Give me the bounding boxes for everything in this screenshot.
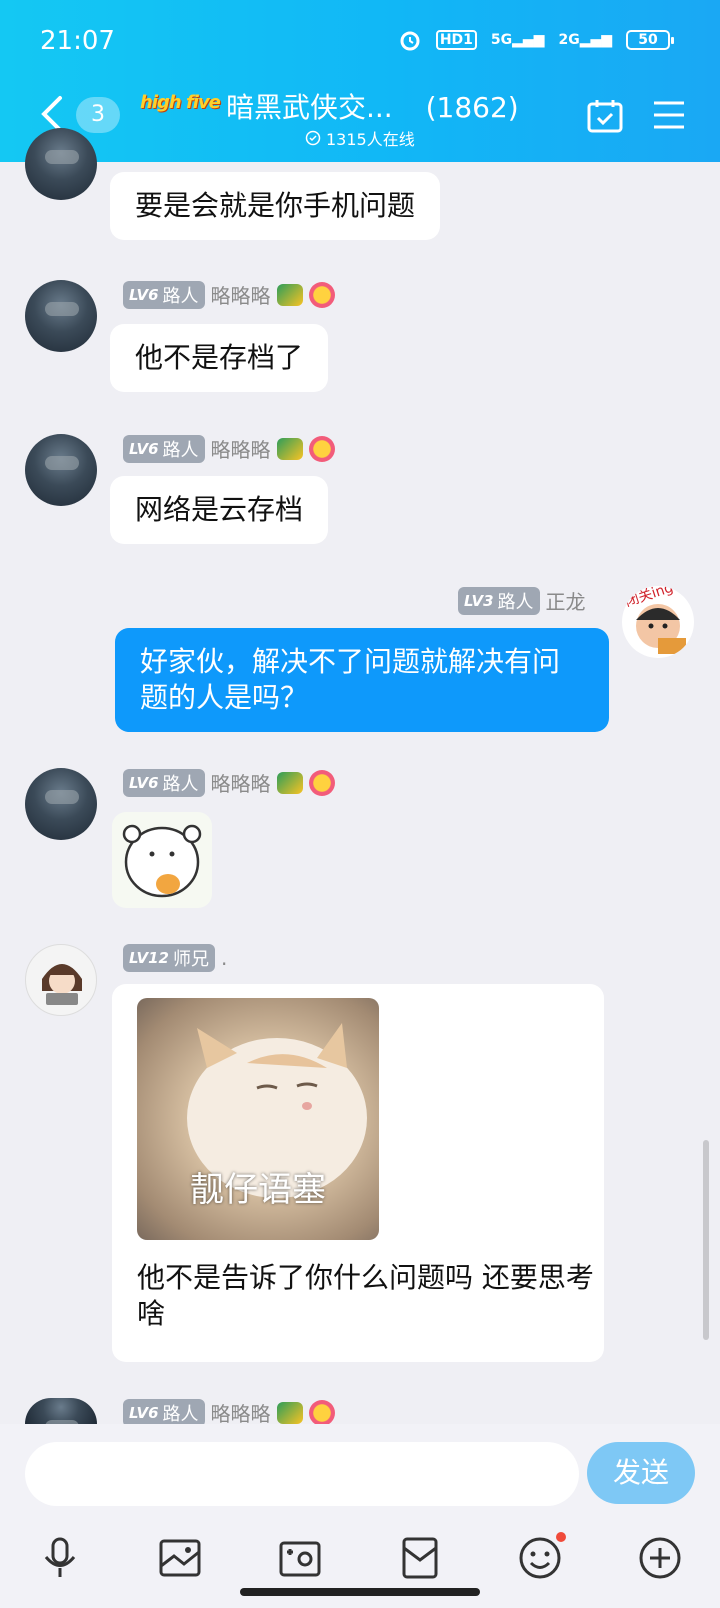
signal-5g-label: 5G bbox=[490, 32, 513, 48]
level-text: LV6 bbox=[129, 439, 159, 458]
flower-face-icon bbox=[308, 1399, 335, 1426]
home-indicator[interactable] bbox=[240, 1588, 480, 1596]
sender-avatar[interactable] bbox=[25, 128, 97, 200]
dragon-badge-icon bbox=[276, 771, 303, 794]
signal-2g-label: 2G bbox=[558, 32, 580, 48]
sender-name[interactable]: 略略略 bbox=[211, 434, 271, 463]
level-text: LV6 bbox=[129, 773, 159, 792]
level-badge: LV6 路人 bbox=[123, 280, 205, 309]
hd-indicator: HD1 bbox=[435, 30, 477, 50]
cat-meme-image[interactable]: 靓仔语塞 bbox=[137, 998, 379, 1240]
role-text: 路人 bbox=[162, 773, 199, 795]
sender-name[interactable]: . bbox=[221, 946, 227, 970]
flower-face-icon bbox=[308, 281, 335, 308]
level-badge: LV6 路人 bbox=[123, 1398, 205, 1427]
emoji-icon bbox=[519, 1537, 561, 1579]
emoji-button[interactable] bbox=[518, 1532, 566, 1580]
message-bubble[interactable]: 网络是云存档 bbox=[110, 476, 329, 544]
status-icons: HD1 5G▂▄▆ 2G▂▄▆ 50 bbox=[398, 28, 674, 52]
chat-scrollbar[interactable] bbox=[703, 1140, 709, 1340]
level-badge: LV12 师兄 bbox=[123, 944, 215, 972]
input-toolbar bbox=[0, 1532, 720, 1586]
role-text: 路人 bbox=[162, 285, 199, 307]
sender-meta: LV6 路人 略略略 bbox=[123, 768, 335, 797]
anime-avatar-icon bbox=[42, 964, 82, 1005]
chat-header: 21:07 HD1 5G▂▄▆ 2G▂▄▆ 50 3 high five 暗黑武… bbox=[0, 0, 720, 162]
bear-sticker[interactable] bbox=[112, 812, 212, 908]
sender-name[interactable]: 略略略 bbox=[211, 280, 271, 309]
input-area: 发送 bbox=[0, 1424, 720, 1608]
flower-face-icon bbox=[308, 769, 335, 796]
flower-face-icon bbox=[308, 435, 335, 462]
sender-avatar[interactable] bbox=[25, 280, 97, 352]
level-text: LV3 bbox=[464, 591, 494, 610]
group-logo: high five bbox=[140, 92, 221, 113]
message-bubble[interactable]: 他不是存档了 bbox=[110, 324, 329, 392]
role-text: 路人 bbox=[162, 1403, 199, 1425]
level-text: LV6 bbox=[129, 1403, 159, 1422]
menu-icon[interactable] bbox=[652, 100, 686, 130]
sender-meta: LV6 路人 略略略 bbox=[123, 434, 335, 463]
message-text: 他不是告诉了你什么问题吗 还要思考啥 bbox=[137, 1261, 594, 1330]
sender-avatar[interactable] bbox=[25, 768, 97, 840]
camera-icon[interactable] bbox=[278, 1536, 322, 1580]
level-text: LV12 bbox=[129, 949, 169, 967]
sender-name[interactable]: 略略略 bbox=[211, 768, 271, 797]
sender-name[interactable]: 正龙 bbox=[546, 586, 586, 615]
status-time: 21:07 bbox=[40, 26, 115, 56]
bear-sticker-image bbox=[122, 824, 202, 898]
red-packet-icon[interactable] bbox=[398, 1536, 442, 1580]
online-check-icon bbox=[305, 130, 321, 146]
notification-dot bbox=[556, 1532, 566, 1542]
send-button[interactable]: 发送 bbox=[587, 1442, 695, 1504]
signal-2g: 2G▂▄▆ bbox=[558, 32, 612, 48]
image-icon[interactable] bbox=[158, 1536, 202, 1580]
signal-5g: 5G▂▄▆ bbox=[490, 32, 545, 48]
image-caption: 靓仔语塞 bbox=[190, 1170, 326, 1210]
sender-name[interactable]: 略略略 bbox=[211, 1398, 271, 1427]
sender-avatar[interactable] bbox=[25, 944, 97, 1016]
battery-indicator: 50 bbox=[626, 30, 674, 50]
dragon-badge-icon bbox=[276, 437, 303, 460]
sender-meta: LV3 路人 正龙 bbox=[458, 586, 586, 615]
level-text: LV6 bbox=[129, 285, 159, 304]
message-input[interactable] bbox=[25, 1442, 579, 1506]
level-badge: LV3 路人 bbox=[458, 586, 540, 615]
sender-meta: LV6 路人 略略略 bbox=[123, 280, 335, 309]
dragon-badge-icon bbox=[276, 283, 303, 306]
sender-meta: LV12 师兄 . bbox=[123, 944, 227, 972]
my-message-bubble[interactable]: 好家伙，解决不了问题就解决有问题的人是吗？ bbox=[115, 628, 609, 732]
online-text: 1315人在线 bbox=[326, 130, 415, 149]
alarm-icon bbox=[400, 31, 420, 51]
role-text: 路人 bbox=[497, 591, 534, 613]
role-text: 师兄 bbox=[172, 949, 209, 970]
level-badge: LV6 路人 bbox=[123, 768, 205, 797]
online-count: 1315人在线 bbox=[305, 126, 415, 150]
plus-icon[interactable] bbox=[638, 1536, 682, 1580]
message-bubble[interactable]: 要是会就是你手机问题 bbox=[110, 172, 441, 240]
dragon-badge-icon bbox=[276, 1401, 303, 1424]
mic-icon[interactable] bbox=[38, 1536, 82, 1580]
sender-avatar[interactable] bbox=[25, 1398, 97, 1424]
role-text: 路人 bbox=[162, 439, 199, 461]
group-title[interactable]: 暗黑武侠交... (1862) bbox=[226, 86, 519, 126]
self-avatar[interactable]: 闭关ing bbox=[622, 586, 694, 658]
sender-meta: LV6 路人 略略略 bbox=[123, 1398, 335, 1427]
group-name: 暗黑武侠交... bbox=[226, 91, 393, 124]
sender-avatar[interactable] bbox=[25, 434, 97, 506]
member-count: (1862) bbox=[425, 91, 519, 124]
unread-badge[interactable]: 3 bbox=[76, 97, 120, 133]
calendar-check-icon[interactable] bbox=[586, 98, 624, 134]
level-badge: LV6 路人 bbox=[123, 434, 205, 463]
